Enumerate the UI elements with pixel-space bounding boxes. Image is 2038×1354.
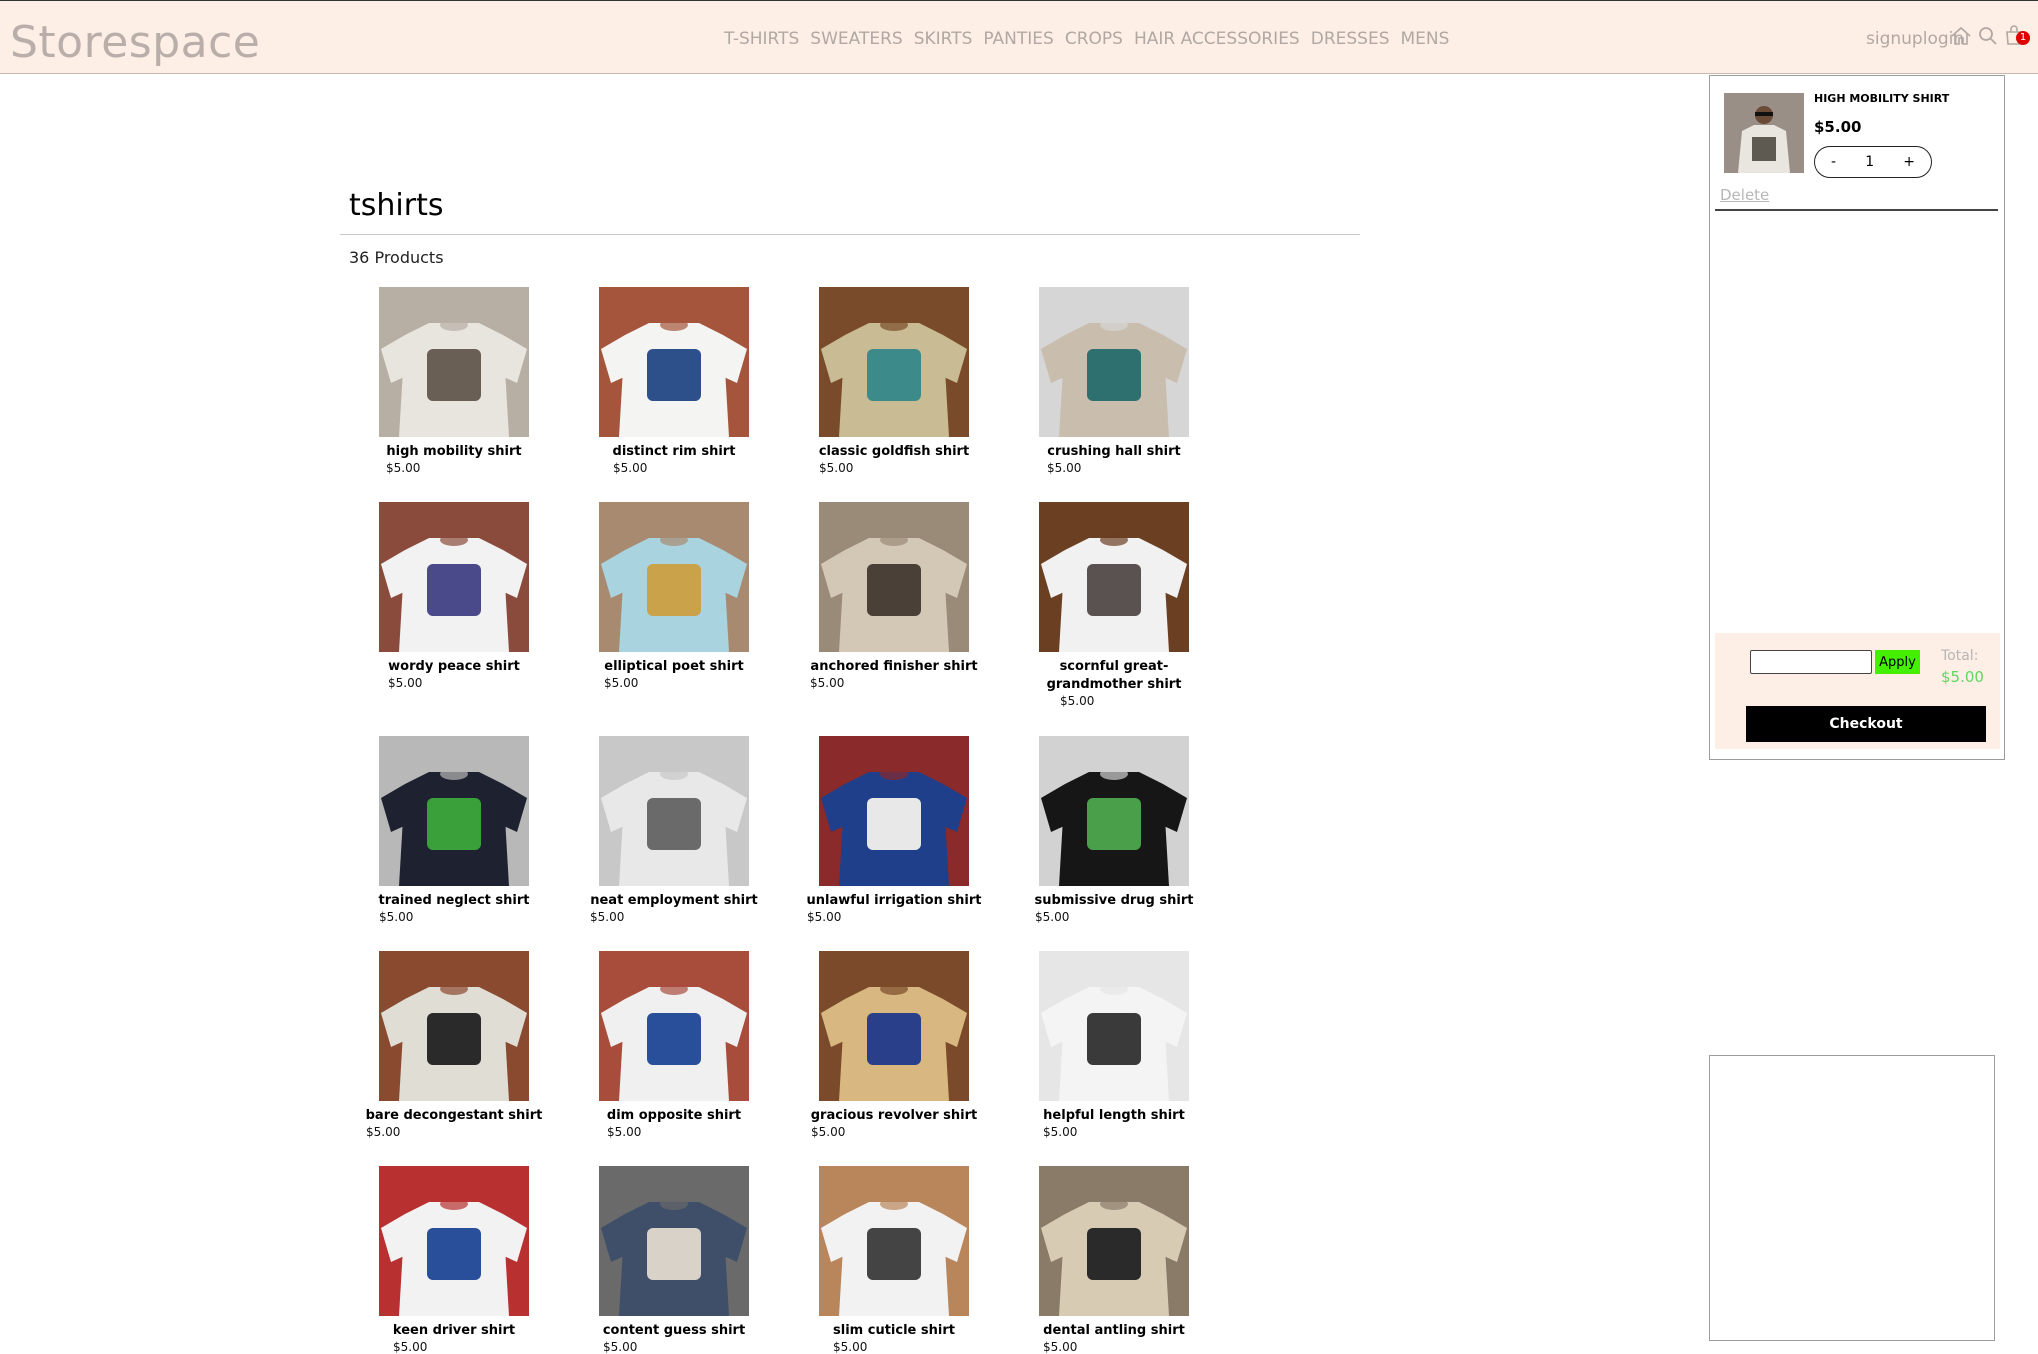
product-price: $5.00 xyxy=(607,1125,642,1139)
apply-coupon-button[interactable]: Apply xyxy=(1875,650,1920,674)
product-name[interactable]: neat employment shirt xyxy=(574,892,774,910)
nav-tshirts[interactable]: T-SHIRTS xyxy=(724,29,799,49)
product-name[interactable]: elliptical poet shirt xyxy=(574,658,774,676)
signup-link[interactable]: signup xyxy=(1866,29,1923,49)
cart-item-image[interactable] xyxy=(1724,93,1804,173)
product-price: $5.00 xyxy=(1035,910,1070,924)
quantity-stepper: - 1 + xyxy=(1814,146,1932,178)
product-name[interactable]: unlawful irrigation shirt xyxy=(794,892,994,910)
product-image[interactable] xyxy=(379,1166,529,1316)
top-nav-bar: Storespace T-SHIRTS SWEATERS SKIRTS PANT… xyxy=(0,0,2038,74)
product-name[interactable]: crushing hall shirt xyxy=(1014,443,1214,461)
product-image[interactable] xyxy=(1039,951,1189,1101)
product-price: $5.00 xyxy=(1043,1125,1078,1139)
product-name[interactable]: helpful length shirt xyxy=(1014,1107,1214,1125)
product-price: $5.00 xyxy=(1047,461,1082,475)
product-price: $5.00 xyxy=(604,676,639,690)
product-price: $5.00 xyxy=(603,1340,638,1354)
title-divider xyxy=(340,234,1360,235)
product-image[interactable] xyxy=(379,287,529,437)
nav-sweaters[interactable]: SWEATERS xyxy=(810,29,902,49)
nav-mens[interactable]: MENS xyxy=(1401,29,1450,49)
product-price: $5.00 xyxy=(393,1340,428,1354)
product-name[interactable]: high mobility shirt xyxy=(354,443,554,461)
product-price: $5.00 xyxy=(810,676,845,690)
cart-item-name[interactable]: HIGH MOBILITY SHIRT xyxy=(1814,92,1949,105)
delete-item-link[interactable]: Delete xyxy=(1720,186,1769,204)
search-icon[interactable] xyxy=(1978,26,1998,46)
nav-skirts[interactable]: SKIRTS xyxy=(914,29,973,49)
product-name[interactable]: wordy peace shirt xyxy=(354,658,554,676)
product-image[interactable] xyxy=(599,1166,749,1316)
product-name[interactable]: anchored finisher shirt xyxy=(794,658,994,676)
quantity-value: 1 xyxy=(1865,154,1875,170)
page-title: tshirts xyxy=(349,188,444,223)
coupon-input[interactable] xyxy=(1750,650,1872,674)
cart-count-badge: 1 xyxy=(2016,31,2030,45)
category-nav: T-SHIRTS SWEATERS SKIRTS PANTIES CROPS H… xyxy=(724,29,1449,49)
product-image[interactable] xyxy=(1039,1166,1189,1316)
product-price: $5.00 xyxy=(819,461,854,475)
product-price: $5.00 xyxy=(386,461,421,475)
product-price: $5.00 xyxy=(1043,1340,1078,1354)
product-price: $5.00 xyxy=(379,910,414,924)
nav-hair-accessories[interactable]: HAIR ACCESSORIES xyxy=(1134,29,1300,49)
brand-logo[interactable]: Storespace xyxy=(10,17,260,68)
nav-dresses[interactable]: DRESSES xyxy=(1311,29,1390,49)
cart-item-divider xyxy=(1715,209,1998,211)
product-price: $5.00 xyxy=(590,910,625,924)
home-icon[interactable] xyxy=(1950,25,1972,47)
product-name[interactable]: dental antling shirt xyxy=(1014,1322,1214,1340)
product-image[interactable] xyxy=(819,502,969,652)
empty-panel xyxy=(1709,1055,1995,1341)
product-price: $5.00 xyxy=(811,1125,846,1139)
product-name[interactable]: dim opposite shirt xyxy=(574,1107,774,1125)
product-image[interactable] xyxy=(599,736,749,886)
product-price: $5.00 xyxy=(366,1125,401,1139)
product-count: 36 Products xyxy=(349,248,444,267)
product-name[interactable]: content guess shirt xyxy=(574,1322,774,1340)
product-name[interactable]: submissive drug shirt xyxy=(1014,892,1214,910)
product-image[interactable] xyxy=(819,1166,969,1316)
product-image[interactable] xyxy=(379,951,529,1101)
product-name[interactable]: classic goldfish shirt xyxy=(794,443,994,461)
product-image[interactable] xyxy=(1039,287,1189,437)
nav-panties[interactable]: PANTIES xyxy=(983,29,1053,49)
decrease-qty-button[interactable]: - xyxy=(1831,154,1836,170)
product-name[interactable]: distinct rim shirt xyxy=(574,443,774,461)
cart-icon[interactable]: 1 xyxy=(2004,25,2030,47)
product-image[interactable] xyxy=(819,287,969,437)
product-name[interactable]: slim cuticle shirt xyxy=(794,1322,994,1340)
product-image[interactable] xyxy=(599,287,749,437)
increase-qty-button[interactable]: + xyxy=(1903,154,1915,170)
product-name[interactable]: trained neglect shirt xyxy=(354,892,554,910)
cart-drawer: HIGH MOBILITY SHIRT $5.00 - 1 + Delete A… xyxy=(1709,75,2005,760)
product-image[interactable] xyxy=(819,951,969,1101)
total-value: $5.00 xyxy=(1941,668,1984,686)
product-price: $5.00 xyxy=(613,461,648,475)
checkout-button[interactable]: Checkout xyxy=(1746,706,1986,742)
product-name[interactable]: scornful great-grandmother shirt xyxy=(1014,658,1214,694)
nav-crops[interactable]: CROPS xyxy=(1065,29,1123,49)
product-image[interactable] xyxy=(379,736,529,886)
product-price: $5.00 xyxy=(388,676,423,690)
cart-summary: Apply Total: $5.00 Checkout xyxy=(1715,633,2000,749)
product-image[interactable] xyxy=(599,951,749,1101)
product-name[interactable]: bare decongestant shirt xyxy=(354,1107,554,1125)
product-price: $5.00 xyxy=(833,1340,868,1354)
header-icons: 1 xyxy=(1950,25,2030,47)
product-name[interactable]: keen driver shirt xyxy=(354,1322,554,1340)
product-price: $5.00 xyxy=(1060,694,1095,708)
product-image[interactable] xyxy=(379,502,529,652)
product-image[interactable] xyxy=(599,502,749,652)
product-image[interactable] xyxy=(819,736,969,886)
product-name[interactable]: gracious revolver shirt xyxy=(794,1107,994,1125)
product-image[interactable] xyxy=(1039,736,1189,886)
product-price: $5.00 xyxy=(807,910,842,924)
product-image[interactable] xyxy=(1039,502,1189,652)
cart-item-price: $5.00 xyxy=(1814,118,1862,136)
total-label: Total: xyxy=(1941,648,1979,664)
